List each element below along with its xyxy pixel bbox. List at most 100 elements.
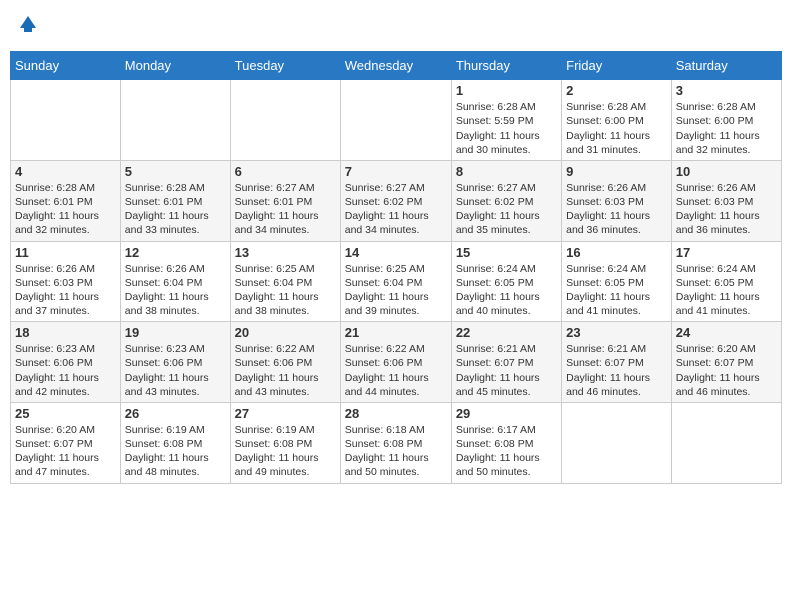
day-info: Sunrise: 6:26 AM Sunset: 6:03 PM Dayligh…: [15, 262, 116, 319]
day-number: 28: [345, 406, 447, 421]
day-number: 11: [15, 245, 116, 260]
calendar-cell: 28 Sunrise: 6:18 AM Sunset: 6:08 PM Dayli…: [340, 402, 451, 483]
day-info: Sunrise: 6:22 AM Sunset: 6:06 PM Dayligh…: [345, 342, 447, 399]
day-info: Sunrise: 6:17 AM Sunset: 6:08 PM Dayligh…: [456, 423, 557, 480]
day-info: Sunrise: 6:25 AM Sunset: 6:04 PM Dayligh…: [235, 262, 336, 319]
calendar-header-saturday: Saturday: [671, 52, 781, 80]
day-number: 13: [235, 245, 336, 260]
day-info: Sunrise: 6:26 AM Sunset: 6:04 PM Dayligh…: [125, 262, 226, 319]
day-number: 15: [456, 245, 557, 260]
calendar-cell: 25 Sunrise: 6:20 AM Sunset: 6:07 PM Dayli…: [11, 402, 121, 483]
calendar-cell: 9Sunrise: 6:26 AM Sunset: 6:03 PM Daylig…: [562, 160, 672, 241]
calendar-cell: 6 Sunrise: 6:27 AM Sunset: 6:01 PM Daylig…: [230, 160, 340, 241]
calendar-cell: 16Sunrise: 6:24 AM Sunset: 6:05 PM Dayli…: [562, 241, 672, 322]
day-info: Sunrise: 6:24 AM Sunset: 6:05 PM Dayligh…: [456, 262, 557, 319]
calendar-cell: 19 Sunrise: 6:23 AM Sunset: 6:06 PM Dayli…: [120, 322, 230, 403]
day-number: 20: [235, 325, 336, 340]
day-info: Sunrise: 6:21 AM Sunset: 6:07 PM Dayligh…: [456, 342, 557, 399]
calendar-cell: 13 Sunrise: 6:25 AM Sunset: 6:04 PM Dayli…: [230, 241, 340, 322]
day-info: Sunrise: 6:28 AM Sunset: 6:01 PM Dayligh…: [15, 181, 116, 238]
day-number: 6: [235, 164, 336, 179]
calendar-header-wednesday: Wednesday: [340, 52, 451, 80]
day-info: Sunrise: 6:19 AM Sunset: 6:08 PM Dayligh…: [125, 423, 226, 480]
calendar-table: SundayMondayTuesdayWednesdayThursdayFrid…: [10, 51, 782, 483]
calendar-cell: 8 Sunrise: 6:27 AM Sunset: 6:02 PM Daylig…: [451, 160, 561, 241]
calendar-cell: 24 Sunrise: 6:20 AM Sunset: 6:07 PM Dayli…: [671, 322, 781, 403]
calendar-cell: [340, 80, 451, 161]
day-number: 29: [456, 406, 557, 421]
day-number: 21: [345, 325, 447, 340]
calendar-header-monday: Monday: [120, 52, 230, 80]
calendar-header-friday: Friday: [562, 52, 672, 80]
day-number: 1: [456, 83, 557, 98]
day-number: 19: [125, 325, 226, 340]
day-info: Sunrise: 6:28 AM Sunset: 6:01 PM Dayligh…: [125, 181, 226, 238]
day-number: 9: [566, 164, 667, 179]
logo-icon: [18, 14, 38, 34]
calendar-week-row: 25 Sunrise: 6:20 AM Sunset: 6:07 PM Dayli…: [11, 402, 782, 483]
day-number: 14: [345, 245, 447, 260]
calendar-cell: [562, 402, 672, 483]
day-info: Sunrise: 6:26 AM Sunset: 6:03 PM Dayligh…: [676, 181, 777, 238]
day-info: Sunrise: 6:23 AM Sunset: 6:06 PM Dayligh…: [125, 342, 226, 399]
calendar-week-row: 4 Sunrise: 6:28 AM Sunset: 6:01 PM Daylig…: [11, 160, 782, 241]
calendar-week-row: 11 Sunrise: 6:26 AM Sunset: 6:03 PM Dayli…: [11, 241, 782, 322]
day-number: 7: [345, 164, 447, 179]
calendar-header-tuesday: Tuesday: [230, 52, 340, 80]
calendar-week-row: 18 Sunrise: 6:23 AM Sunset: 6:06 PM Dayli…: [11, 322, 782, 403]
day-number: 23: [566, 325, 667, 340]
day-info: Sunrise: 6:20 AM Sunset: 6:07 PM Dayligh…: [676, 342, 777, 399]
calendar-header-thursday: Thursday: [451, 52, 561, 80]
day-number: 5: [125, 164, 226, 179]
calendar-cell: 27Sunrise: 6:19 AM Sunset: 6:08 PM Dayli…: [230, 402, 340, 483]
day-info: Sunrise: 6:28 AM Sunset: 6:00 PM Dayligh…: [566, 100, 667, 157]
calendar-cell: 23Sunrise: 6:21 AM Sunset: 6:07 PM Dayli…: [562, 322, 672, 403]
day-info: Sunrise: 6:20 AM Sunset: 6:07 PM Dayligh…: [15, 423, 116, 480]
day-info: Sunrise: 6:27 AM Sunset: 6:02 PM Dayligh…: [456, 181, 557, 238]
calendar-cell: 12Sunrise: 6:26 AM Sunset: 6:04 PM Dayli…: [120, 241, 230, 322]
day-info: Sunrise: 6:23 AM Sunset: 6:06 PM Dayligh…: [15, 342, 116, 399]
day-number: 4: [15, 164, 116, 179]
day-number: 8: [456, 164, 557, 179]
logo: [16, 14, 38, 39]
day-info: Sunrise: 6:27 AM Sunset: 6:02 PM Dayligh…: [345, 181, 447, 238]
calendar-cell: 26 Sunrise: 6:19 AM Sunset: 6:08 PM Dayli…: [120, 402, 230, 483]
calendar-cell: 5 Sunrise: 6:28 AM Sunset: 6:01 PM Daylig…: [120, 160, 230, 241]
calendar-cell: 17 Sunrise: 6:24 AM Sunset: 6:05 PM Dayli…: [671, 241, 781, 322]
day-number: 25: [15, 406, 116, 421]
calendar-cell: 15 Sunrise: 6:24 AM Sunset: 6:05 PM Dayli…: [451, 241, 561, 322]
calendar-header-sunday: Sunday: [11, 52, 121, 80]
calendar-cell: 22Sunrise: 6:21 AM Sunset: 6:07 PM Dayli…: [451, 322, 561, 403]
day-number: 18: [15, 325, 116, 340]
calendar-cell: 14 Sunrise: 6:25 AM Sunset: 6:04 PM Dayli…: [340, 241, 451, 322]
day-info: Sunrise: 6:25 AM Sunset: 6:04 PM Dayligh…: [345, 262, 447, 319]
calendar-cell: [671, 402, 781, 483]
calendar-cell: [230, 80, 340, 161]
calendar-cell: 7 Sunrise: 6:27 AM Sunset: 6:02 PM Daylig…: [340, 160, 451, 241]
day-info: Sunrise: 6:24 AM Sunset: 6:05 PM Dayligh…: [676, 262, 777, 319]
calendar-cell: 3 Sunrise: 6:28 AM Sunset: 6:00 PM Daylig…: [671, 80, 781, 161]
calendar-cell: 21 Sunrise: 6:22 AM Sunset: 6:06 PM Dayli…: [340, 322, 451, 403]
calendar-cell: [11, 80, 121, 161]
day-info: Sunrise: 6:18 AM Sunset: 6:08 PM Dayligh…: [345, 423, 447, 480]
calendar-week-row: 1 Sunrise: 6:28 AM Sunset: 5:59 PM Daylig…: [11, 80, 782, 161]
day-info: Sunrise: 6:27 AM Sunset: 6:01 PM Dayligh…: [235, 181, 336, 238]
calendar-header-row: SundayMondayTuesdayWednesdayThursdayFrid…: [11, 52, 782, 80]
calendar-cell: 11 Sunrise: 6:26 AM Sunset: 6:03 PM Dayli…: [11, 241, 121, 322]
calendar-cell: 18 Sunrise: 6:23 AM Sunset: 6:06 PM Dayli…: [11, 322, 121, 403]
day-number: 24: [676, 325, 777, 340]
calendar-cell: 20Sunrise: 6:22 AM Sunset: 6:06 PM Dayli…: [230, 322, 340, 403]
calendar-cell: 10Sunrise: 6:26 AM Sunset: 6:03 PM Dayli…: [671, 160, 781, 241]
day-info: Sunrise: 6:24 AM Sunset: 6:05 PM Dayligh…: [566, 262, 667, 319]
calendar-cell: [120, 80, 230, 161]
page-header: [10, 10, 782, 43]
day-info: Sunrise: 6:28 AM Sunset: 5:59 PM Dayligh…: [456, 100, 557, 157]
day-info: Sunrise: 6:28 AM Sunset: 6:00 PM Dayligh…: [676, 100, 777, 157]
day-number: 26: [125, 406, 226, 421]
day-number: 17: [676, 245, 777, 260]
calendar-cell: 4 Sunrise: 6:28 AM Sunset: 6:01 PM Daylig…: [11, 160, 121, 241]
day-number: 2: [566, 83, 667, 98]
day-number: 3: [676, 83, 777, 98]
calendar-cell: 1 Sunrise: 6:28 AM Sunset: 5:59 PM Daylig…: [451, 80, 561, 161]
calendar-cell: 2 Sunrise: 6:28 AM Sunset: 6:00 PM Daylig…: [562, 80, 672, 161]
